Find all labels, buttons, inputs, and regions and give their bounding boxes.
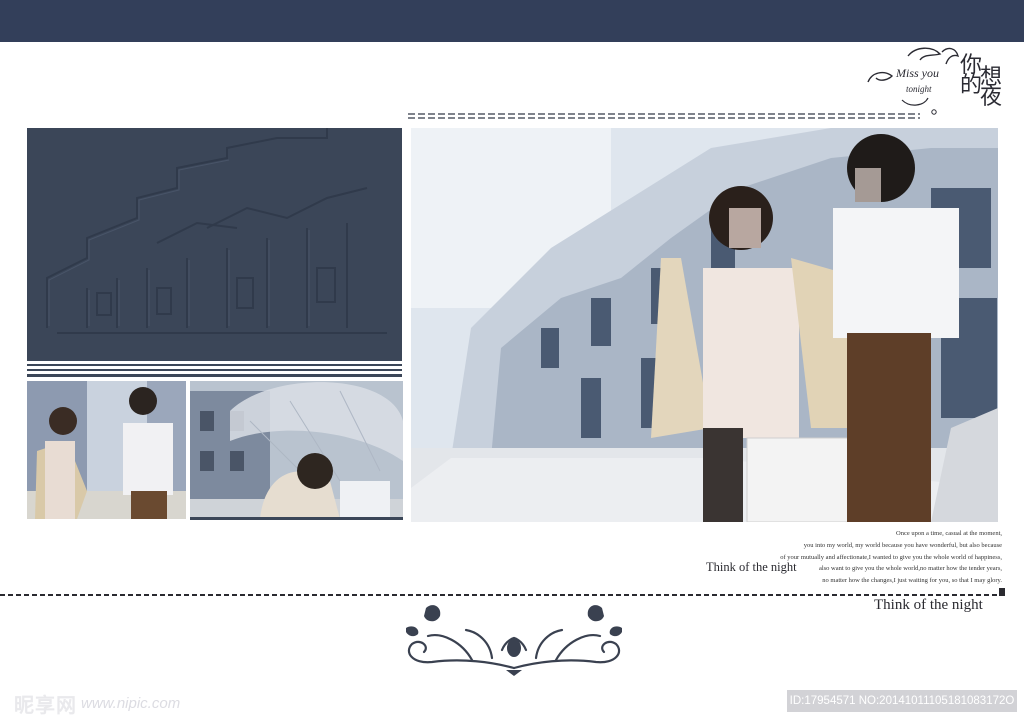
paragraph-subtitle: Think of the night bbox=[706, 560, 797, 574]
logo-script-line-2: tonight bbox=[906, 84, 932, 94]
miss-you-tonight-logo: Miss you tonight 你的 想夜 bbox=[862, 42, 1012, 120]
embossed-buildings-panel bbox=[27, 128, 402, 359]
floral-ornament-icon bbox=[406, 605, 622, 676]
stripe-divider bbox=[27, 358, 402, 378]
logo-chinese-line-2: 想夜 bbox=[980, 65, 1003, 110]
umbrella-photo bbox=[190, 381, 403, 519]
double-dash-rule bbox=[408, 113, 920, 119]
divider-end-mark bbox=[999, 588, 1005, 596]
photo-underline-bar bbox=[190, 517, 403, 520]
story-line: no matter how the changes,I just waiting… bbox=[822, 577, 1002, 585]
watermark-id-badge: ID:17954571 NO:20141011105181083172O bbox=[787, 690, 1017, 712]
story-paragraph: Once upon a time, casual at the moment, … bbox=[706, 528, 1002, 587]
story-line: Once upon a time, casual at the moment, bbox=[896, 530, 1002, 537]
watermark-brand-name: 昵享网 bbox=[14, 692, 77, 717]
watermark-brand: 昵享网 www.nipic.com bbox=[14, 690, 181, 717]
couple-photo-small bbox=[27, 381, 186, 519]
footer-title: Think of the night bbox=[874, 597, 983, 613]
story-line: you into my world, my world because you … bbox=[803, 541, 1002, 549]
couple-shopping-main-photo bbox=[411, 128, 998, 522]
dashed-divider bbox=[0, 594, 998, 596]
watermark-url: www.nipic.com bbox=[81, 694, 181, 712]
logo-script-line-1: Miss you bbox=[896, 66, 939, 80]
top-banner bbox=[0, 0, 1024, 42]
